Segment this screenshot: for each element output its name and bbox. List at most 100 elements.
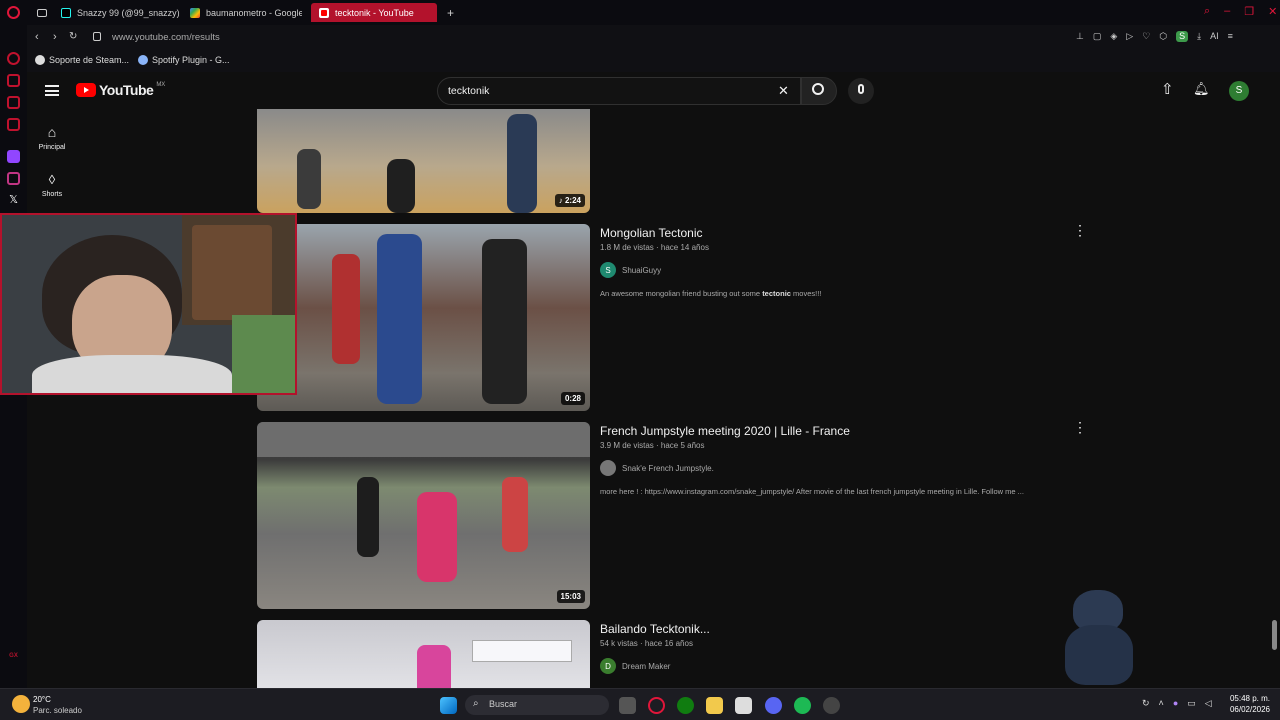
display-icon[interactable]: ▭ (1187, 698, 1196, 709)
profile-avatar[interactable]: S (1176, 31, 1189, 42)
menu-icon[interactable]: ≡ (1228, 31, 1233, 42)
youtube-logo[interactable]: YouTube MX (76, 82, 165, 98)
opera-gx-taskbar-icon[interactable] (648, 697, 665, 714)
gx-control-icon[interactable] (7, 74, 20, 87)
voice-search-button[interactable] (848, 78, 874, 104)
lock-icon (93, 32, 101, 41)
reload-icon[interactable]: ↻ (69, 31, 77, 42)
google-icon (190, 7, 200, 18)
page-scrollbar[interactable] (1272, 620, 1277, 650)
back-icon[interactable]: ‹ (35, 31, 39, 43)
search-box[interactable]: tecktonik ✕ (437, 77, 801, 105)
tab-baumanometro[interactable]: baumanometro - Google S (182, 3, 302, 22)
search-tabs-icon[interactable]: ⌕ (1204, 5, 1210, 19)
gx-logo-icon[interactable]: GX (7, 650, 20, 663)
video-meta: 1.8 M de vistas · hace 14 años (600, 243, 709, 252)
tab-snazzy[interactable]: Snazzy 99 (@99_snazzy) (53, 3, 193, 22)
gx-corner-icon[interactable] (7, 52, 20, 65)
url-field[interactable]: www.youtube.com/results (112, 32, 220, 43)
forward-icon[interactable]: › (53, 31, 57, 43)
channel-avatar: S (600, 262, 616, 278)
tab-label: baumanometro - Google S (206, 7, 302, 18)
address-bar: ‹ › ↻ www.youtube.com/results ⊥ ▢ ◈ ▷ ♡ … (27, 25, 1280, 51)
channel-link[interactable]: S ShuaiGuyy (600, 262, 661, 278)
tab-label: Snazzy 99 (@99_snazzy) (77, 7, 180, 18)
discord-icon[interactable] (765, 697, 782, 714)
opera-logo-icon[interactable] (7, 6, 20, 19)
close-icon[interactable]: ✕ (1268, 5, 1277, 19)
window-controls: ⌕ – ❐ ✕ (1204, 5, 1277, 19)
weather-icon[interactable] (12, 695, 30, 713)
microphone-icon[interactable]: ● (1173, 698, 1178, 709)
video-thumbnail[interactable] (257, 620, 590, 688)
notifications-bell-icon[interactable]: 🔔︎ (1193, 81, 1210, 97)
more-options-icon[interactable]: ⋮ (1073, 419, 1087, 436)
steam-icon[interactable] (823, 697, 840, 714)
bookmark-steam[interactable]: Soporte de Steam... (35, 55, 129, 65)
duration-badge: 0:28 (560, 392, 585, 405)
clock-date[interactable]: 06/02/2026 (1222, 705, 1270, 714)
sidebar-item-principal[interactable]: ⌂ Principal (27, 124, 77, 151)
video-title[interactable]: Bailando Tecktonik... (600, 622, 710, 636)
refresh-icon[interactable]: ↻ (1142, 698, 1150, 709)
video-thumbnail[interactable]: 0:28 (257, 224, 590, 411)
taskbar-search-label: Buscar (489, 699, 518, 709)
account-avatar[interactable]: S (1229, 81, 1249, 101)
download-icon[interactable]: ⤓ (1197, 31, 1201, 42)
minimize-icon[interactable]: – (1224, 5, 1230, 19)
ai-button[interactable]: AI (1210, 31, 1219, 42)
chevron-up-icon[interactable]: ˄ (1159, 698, 1164, 709)
play-icon[interactable]: ▷ (1126, 31, 1133, 42)
sidebar-item-label: Shorts (41, 191, 63, 198)
search-button[interactable] (801, 77, 837, 105)
more-options-icon[interactable]: ⋮ (1073, 222, 1087, 239)
spotify-icon[interactable] (794, 697, 811, 714)
speaker-icon[interactable]: ◁ (1205, 698, 1212, 709)
windows-start-icon[interactable] (440, 697, 457, 714)
search-input[interactable]: tecktonik (448, 85, 489, 97)
pin-icon[interactable]: ⊥ (1076, 31, 1084, 42)
file-explorer-icon[interactable] (706, 697, 723, 714)
video-thumbnail[interactable]: 15:03 (257, 422, 590, 609)
video-title[interactable]: French Jumpstyle meeting 2020 | Lille - … (600, 424, 850, 438)
video-title[interactable]: Mongolian Tectonic (600, 226, 703, 240)
bookmark-spotify-plugin[interactable]: Spotify Plugin - G... (138, 55, 230, 65)
clock-time[interactable]: 05:48 p. m. (1222, 694, 1270, 703)
task-view-icon[interactable] (619, 697, 636, 714)
tab-youtube[interactable]: tecktonik - YouTube (311, 3, 437, 22)
bookmark-label: Spotify Plugin - G... (152, 55, 230, 65)
tiktok-icon (61, 7, 71, 18)
taskbar-search[interactable]: ⌕ Buscar (465, 695, 609, 715)
taskbar: 20°C Parc. soleado ⌕ Buscar ↻ ˄ ● ▭ ◁ 05… (0, 688, 1280, 720)
gx-player-icon[interactable] (7, 96, 20, 109)
globe-icon (138, 55, 148, 65)
channel-name: ShuaiGuyy (622, 265, 662, 275)
maximize-icon[interactable]: ❐ (1244, 5, 1254, 19)
channel-link[interactable]: Snak'e French Jumpstyle. (600, 460, 714, 476)
shield-icon[interactable]: ◈ (1110, 31, 1117, 42)
channel-name: Snak'e French Jumpstyle. (622, 463, 714, 473)
new-tab-button[interactable]: + (439, 3, 457, 22)
x-twitter-icon[interactable]: 𝕏 (7, 194, 20, 207)
twitch-icon[interactable] (7, 150, 20, 163)
instagram-icon[interactable] (7, 172, 20, 185)
webcam-overlay (0, 213, 297, 395)
xbox-icon[interactable] (677, 697, 694, 714)
sidebar-item-shorts[interactable]: ◊ Shorts (27, 172, 77, 198)
video-thumbnail[interactable]: ♪ 2:24 (257, 109, 590, 213)
gx-mail-icon[interactable] (7, 118, 20, 131)
hamburger-icon[interactable] (45, 85, 59, 96)
extensions-icon[interactable]: ⬡ (1159, 31, 1167, 42)
tab-overview-icon[interactable] (29, 3, 51, 22)
weather-temp[interactable]: 20°C (33, 695, 51, 704)
clear-search-icon[interactable]: ✕ (778, 83, 789, 99)
snapshot-icon[interactable]: ▢ (1093, 31, 1102, 42)
microsoft-store-icon[interactable] (735, 697, 752, 714)
duration-badge: ♪ 2:24 (554, 194, 585, 207)
channel-link[interactable]: D Dream Maker (600, 658, 670, 674)
region-code: MX (156, 82, 166, 88)
video-description: more here ! : https://www.instagram.com/… (600, 487, 1024, 496)
bookmark-label: Soporte de Steam... (49, 55, 130, 65)
upload-icon[interactable]: ⇧ (1161, 80, 1174, 98)
heart-icon[interactable]: ♡ (1142, 31, 1150, 42)
